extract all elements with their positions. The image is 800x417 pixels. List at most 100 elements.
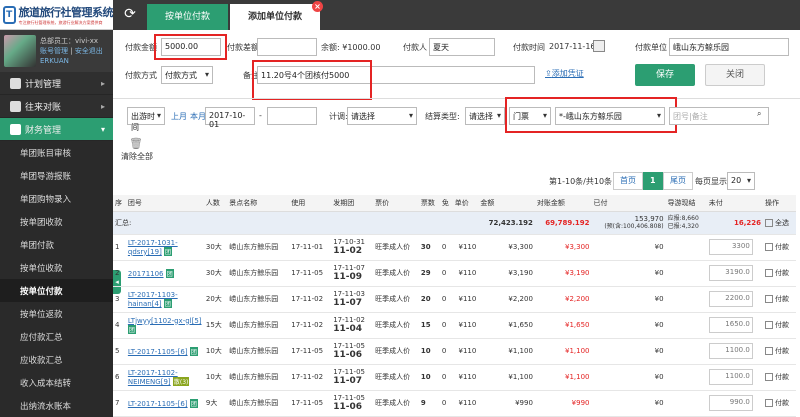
checkbox[interactable] (765, 373, 774, 381)
spot: 崂山东方鲸乐园 (227, 338, 290, 365)
tab-add-unit-payment[interactable]: 添加单位付款 × (230, 1, 324, 30)
column-header: 人数 (203, 195, 228, 212)
current-page-button[interactable]: 1 (643, 172, 663, 190)
depart-b: 11-02 (333, 246, 363, 256)
submenu-item[interactable]: 单团账目审核 (0, 141, 113, 164)
tab-label: 添加单位付款 (248, 12, 303, 22)
free: 0 (439, 338, 453, 365)
menu-finance[interactable]: 财务管理 ▾ (0, 118, 113, 141)
plan-select[interactable]: 请选择 (347, 107, 417, 125)
prev-month-link[interactable]: 上月 (171, 111, 187, 122)
payer-input[interactable]: 夏天 (429, 38, 495, 56)
checkbox[interactable] (765, 218, 774, 227)
note-search-input[interactable]: 团号|备注 (669, 107, 769, 125)
group-link[interactable]: LTjwyy[1102-gx-gl[5] (128, 317, 202, 325)
group-link[interactable]: LT-2017-1102-NEIMENG[9] (128, 369, 178, 386)
settle-select[interactable]: 请选择 (465, 107, 505, 125)
account-link[interactable]: 账号管理 (40, 47, 68, 55)
checkbox[interactable] (765, 295, 774, 303)
check-amount: ¥1,100 (534, 338, 592, 365)
select-all[interactable]: 全选 (763, 211, 796, 235)
diff-input[interactable] (257, 38, 317, 56)
unit-price: ¥110 (452, 390, 479, 417)
guide-cash (665, 338, 707, 365)
submenu-item[interactable]: 应收款汇总 (0, 348, 113, 371)
row-no: 3 (113, 286, 126, 313)
submenu-item[interactable]: 按单位付款 (0, 279, 113, 302)
menu-label: 财务管理 (25, 125, 62, 136)
this-month-link[interactable]: 本月 (190, 111, 206, 122)
payment-form: 付款金额 5000.00 付款差额 余额: ¥1000.00 付款人 夏天 付款… (117, 32, 797, 100)
unpaid-input[interactable]: 990.0 (708, 395, 753, 411)
group-link[interactable]: LT-2017-1105-[6] (128, 348, 188, 356)
unpaid-input[interactable]: 1650.0 (708, 317, 753, 333)
calendar-icon[interactable] (593, 40, 605, 52)
group-tag: 团 (189, 398, 198, 408)
diff-label: 付款差额 (227, 43, 259, 52)
submenu-item[interactable]: 按单位返款 (0, 302, 113, 325)
group-link[interactable]: 20171106 (128, 270, 164, 278)
first-page-button[interactable]: 首页 (613, 172, 643, 190)
column-header: 导游现结 (665, 195, 707, 212)
submenu-item[interactable]: 应付款汇总 (0, 325, 113, 348)
pay-time-value[interactable]: 2017-11-16 (549, 42, 596, 51)
submenu-item[interactable]: 按单团收款 (0, 210, 113, 233)
trash-icon[interactable]: 🗑 (129, 137, 143, 150)
unpaid-input[interactable]: 3300 (708, 239, 753, 255)
unpaid-input[interactable]: 2200.0 (708, 291, 753, 307)
money-icon (10, 123, 21, 135)
unit-input[interactable]: 峨山东方鲸乐园 (669, 38, 789, 56)
date-to-input[interactable] (267, 107, 317, 125)
chevron-down-icon: ▾ (100, 124, 105, 134)
price-type: 旺季成人价 (373, 312, 419, 339)
method-select[interactable]: 付款方式 (161, 66, 213, 84)
unpaid-input[interactable]: 1100.0 (708, 369, 753, 385)
tab-unit-payment[interactable]: 按单位付款 (147, 4, 229, 30)
upload-icon: ⇪ (545, 69, 552, 78)
search-icon[interactable]: ⌕ (757, 109, 761, 119)
app-subtitle: 专注旅行社管理系统，旅游行业解决方案提供商 (18, 19, 103, 25)
refresh-icon[interactable]: ⟳ (113, 0, 147, 30)
submenu-item[interactable]: 单团购物录入 (0, 187, 113, 210)
checkbox[interactable] (765, 399, 774, 407)
submenu-item[interactable]: 单团导游报账 (0, 164, 113, 187)
submenu-item[interactable]: 收入成本结转 (0, 371, 113, 394)
submenu-item[interactable]: 单团付款 (0, 233, 113, 256)
group-tag: 团 (127, 324, 136, 334)
close-button[interactable]: 关闭 (705, 64, 765, 86)
time-type-select[interactable]: 出游时间 (127, 107, 165, 132)
unpaid-input[interactable]: 1100.0 (708, 343, 753, 359)
people: 30大 (203, 234, 228, 261)
summary-paid: 153,970 (634, 214, 664, 223)
pay-amount-label: 付款金额 (125, 43, 157, 52)
check-amount: ¥3,190 (534, 260, 592, 287)
column-header: 已付 (591, 195, 666, 212)
checkbox[interactable] (765, 347, 774, 355)
close-icon[interactable]: × (312, 1, 324, 12)
logout-link[interactable]: 安全退出 (75, 47, 103, 55)
group-link[interactable]: LT-2017-1105-[6] (128, 400, 188, 408)
pay-label: 付款 (775, 399, 790, 407)
pager-summary: 第1-10条/共10条 (549, 177, 613, 186)
date-from-input[interactable]: 2017-10-01 (205, 107, 255, 129)
people: 20大 (203, 286, 228, 313)
checkbox[interactable] (765, 321, 774, 329)
checkbox[interactable] (765, 243, 774, 251)
submenu-item[interactable]: 按单位收款 (0, 256, 113, 279)
save-button[interactable]: 保存 (635, 64, 695, 86)
price-type: 旺季成人价 (373, 338, 419, 365)
last-page-button[interactable]: 尾页 (663, 172, 693, 190)
amount: ¥990 (478, 390, 535, 417)
per-page-select[interactable]: 20 (727, 172, 755, 190)
submenu-item[interactable]: 出纳流水账本 (0, 394, 113, 417)
menu-reconcile[interactable]: 往来对账 ▸ (0, 95, 113, 118)
user-tag[interactable]: ERKUAN (40, 56, 103, 66)
unpaid-input[interactable]: 3190.0 (708, 265, 753, 281)
checkbox[interactable] (765, 269, 774, 277)
table-row: 4 LTjwyy[1102-gx-gl[5] 团 15大 崂山东方鲸乐园 17-11-0… (113, 312, 796, 339)
menu-plan[interactable]: 计划管理 ▸ (0, 72, 113, 95)
clear-all-link[interactable]: 清除全部 (121, 151, 153, 162)
add-voucher-link[interactable]: ⇪添加凭证 (545, 68, 584, 79)
use-date: 17-11-05 (289, 338, 332, 365)
amount: ¥1,100 (478, 364, 535, 391)
